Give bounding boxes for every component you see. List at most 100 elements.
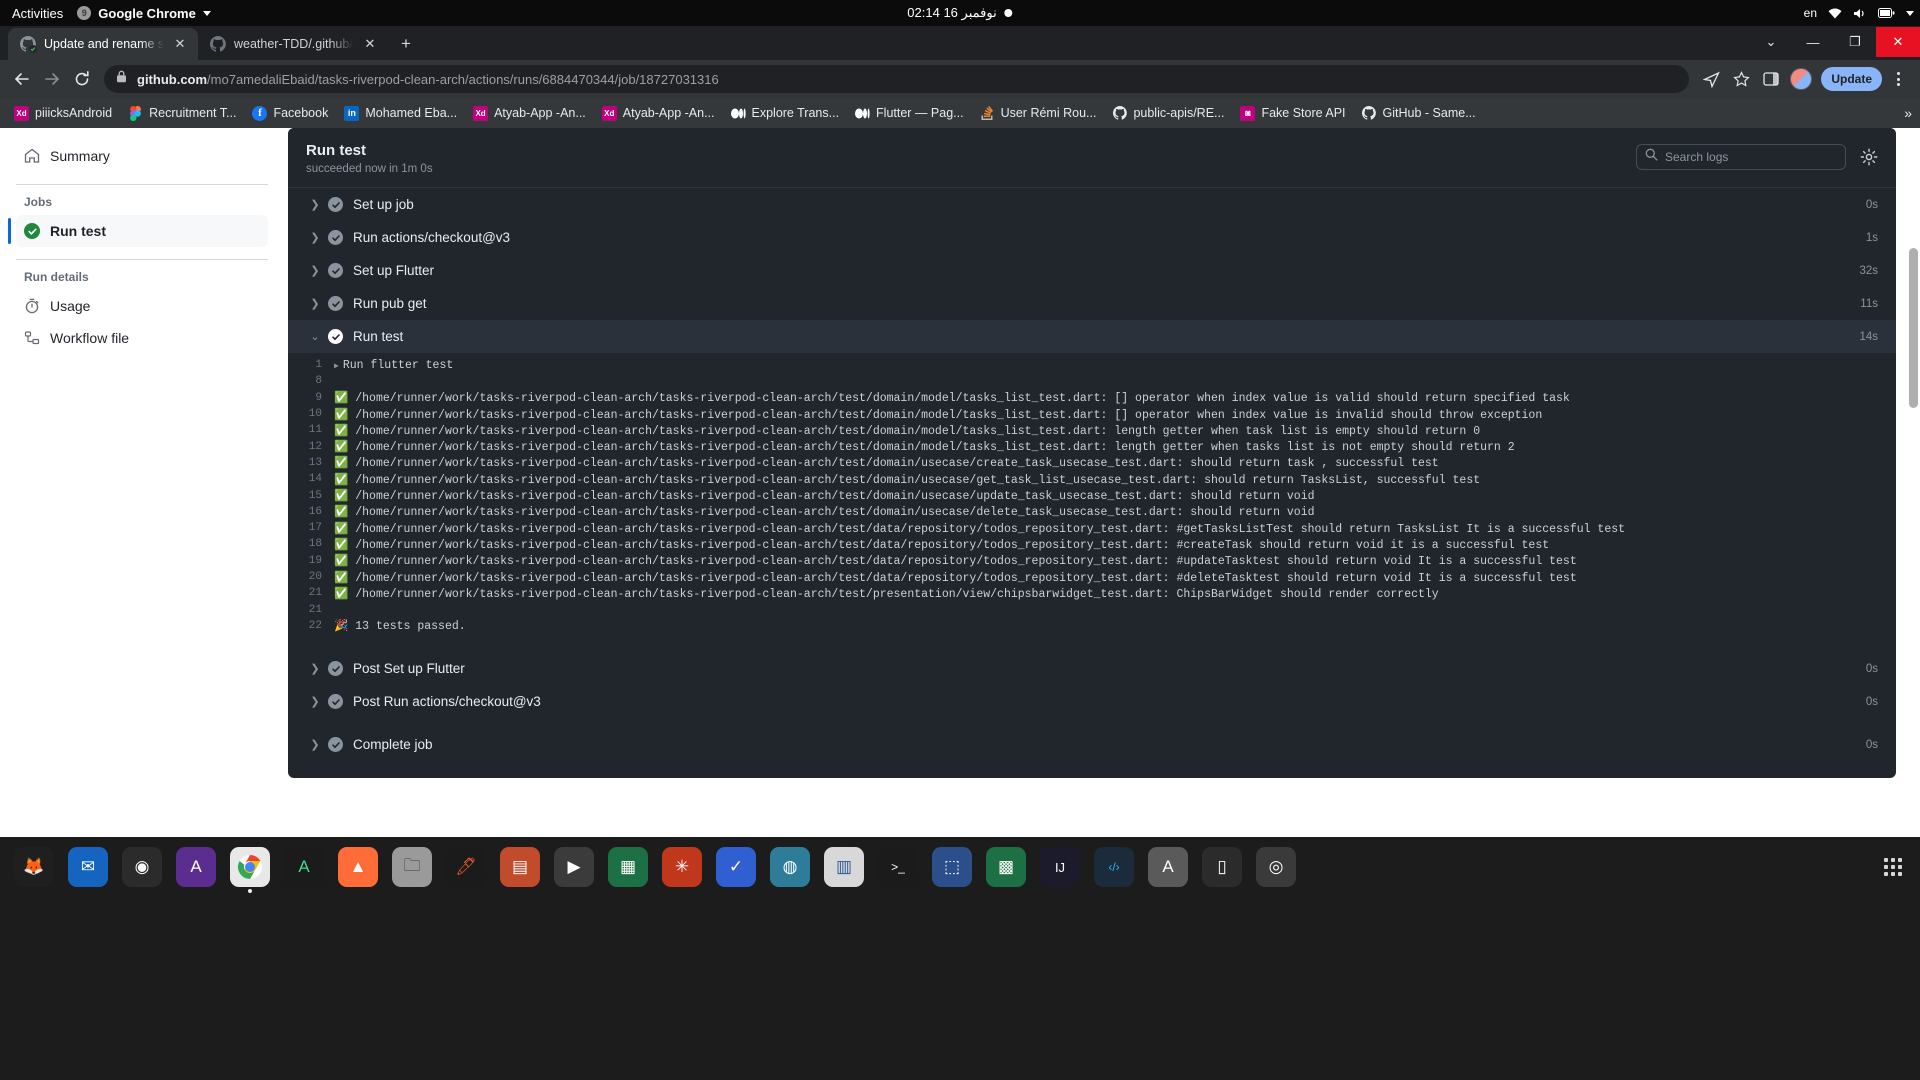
dock-item-browser-alt[interactable]: ◍ — [770, 847, 810, 887]
sidebar-item-workflow-file[interactable]: Workflow file — [16, 322, 268, 354]
maximize-button[interactable]: ❐ — [1834, 27, 1876, 57]
search-logs-input[interactable] — [1665, 150, 1837, 164]
forward-icon[interactable] — [38, 65, 66, 93]
bookmark-label: Facebook — [273, 106, 329, 120]
log-output[interactable]: 1 ▶ Run flutter test 8 9 ✅ /home/runner/wor… — [288, 353, 1896, 640]
gear-icon[interactable] — [1860, 148, 1878, 166]
system-tray[interactable]: en — [1804, 6, 1914, 20]
dock-item-screenshot[interactable]: ⬚ — [932, 847, 972, 887]
search-logs-field[interactable] — [1636, 144, 1846, 170]
avatar[interactable] — [1787, 65, 1815, 93]
dock-item-disc[interactable]: ◎ — [1256, 847, 1296, 887]
browser-tab-2[interactable]: weather-TDD/.github/wo ✕ — [198, 28, 388, 60]
bookmark-item[interactable]: Xd piiicksAndroid — [6, 103, 120, 124]
dock-item-ubuntu-software[interactable]: A — [176, 847, 216, 887]
dock-item-video-player[interactable]: ▶ — [554, 847, 594, 887]
bookmarks-overflow-button[interactable]: » — [1904, 105, 1912, 121]
dock-item-vscode[interactable]: ‹/› — [1094, 847, 1134, 887]
log-step-duration: 14s — [1859, 330, 1878, 343]
bookmark-item[interactable]: GitHub - Same... — [1354, 103, 1484, 124]
bookmark-item[interactable]: User Rémi Rou... — [972, 103, 1105, 124]
log-step-name: Run pub get — [353, 296, 427, 311]
log-step[interactable]: ❯ Set up job 0s — [288, 188, 1896, 221]
active-app-menu[interactable]: 9 Google Chrome — [77, 6, 211, 21]
bookmark-item[interactable]: in Mohamed Eba... — [336, 103, 465, 124]
log-step[interactable]: ❯ Post Set up Flutter 0s — [288, 652, 1896, 685]
clock[interactable]: 02:14 نوفمبر 16 — [907, 5, 1013, 21]
dock-item-rhythmbox[interactable]: ◉ — [122, 847, 162, 887]
dock-item-firefox[interactable]: 🦊 — [14, 847, 54, 887]
tab-search-icon[interactable]: ⌄ — [1750, 27, 1792, 57]
show-applications-icon[interactable] — [1884, 858, 1902, 876]
log-header: Run test succeeded now in 1m 0s — [288, 128, 1896, 188]
bookmark-item[interactable]: Explore Trans... — [723, 103, 848, 124]
close-window-button[interactable]: ✕ — [1876, 27, 1920, 57]
update-button[interactable]: Update — [1821, 67, 1882, 91]
dock-item-calc[interactable]: ▩ — [986, 847, 1026, 887]
bookmark-label: User Rémi Rou... — [1000, 106, 1097, 120]
page-scrollbar[interactable] — [1909, 248, 1918, 408]
sidebar-item-run-test[interactable]: Run test — [8, 215, 268, 247]
dock-item-excel[interactable]: ▦ — [608, 847, 648, 887]
dock-item-files[interactable]: 🗀 — [392, 847, 432, 887]
log-step[interactable]: ❯ Complete job 0s — [288, 728, 1896, 761]
dock-item-intellij[interactable]: IJ — [1040, 847, 1080, 887]
bookmark-item[interactable]: f Facebook — [244, 103, 336, 124]
lock-icon — [116, 70, 128, 88]
log-line: 15 ✅ /home/runner/work/tasks-riverpod-cle… — [288, 487, 1896, 504]
log-step[interactable]: ❯ Post Run actions/checkout@v3 0s — [288, 685, 1896, 718]
log-step-expanded[interactable]: ⌄ Run test 14s — [288, 320, 1896, 353]
dock-item-todo[interactable]: ✓ — [716, 847, 756, 887]
log-step[interactable]: ❯ Run actions/checkout@v3 1s — [288, 221, 1896, 254]
dock-item-postman[interactable]: ▲ — [338, 847, 378, 887]
success-check-icon — [24, 223, 40, 239]
share-icon[interactable] — [1697, 65, 1725, 93]
close-icon[interactable]: ✕ — [172, 36, 188, 52]
sidebar-item-usage[interactable]: Usage — [16, 290, 268, 322]
dock-item-google-chrome[interactable] — [230, 847, 270, 887]
bookmark-item[interactable]: public-apis/RE... — [1104, 103, 1232, 124]
dock-item-libreoffice-writer[interactable]: ▥ — [824, 847, 864, 887]
dock-item-device[interactable]: ▯ — [1202, 847, 1242, 887]
back-icon[interactable] — [8, 65, 36, 93]
minimize-button[interactable]: — — [1792, 27, 1834, 57]
bookmark-label: Explore Trans... — [751, 106, 840, 120]
browser-toolbar: github.com/mo7amedaliEbaid/tasks-riverpo… — [0, 60, 1920, 98]
log-panel: Run test succeeded now in 1m 0s Search l… — [288, 128, 1896, 778]
dock-item-terminal[interactable]: >_ — [878, 847, 918, 887]
activities-button[interactable]: Activities — [0, 6, 77, 21]
bookmark-star-icon[interactable] — [1727, 65, 1755, 93]
dock-item-slides[interactable]: ▤ — [500, 847, 540, 887]
keyboard-layout-indicator[interactable]: en — [1804, 6, 1817, 20]
chrome-menu-icon[interactable] — [1884, 65, 1912, 93]
chevron-down-icon — [202, 10, 211, 16]
close-icon[interactable]: ✕ — [362, 36, 378, 52]
dock-item-appimage[interactable]: A — [1148, 847, 1188, 887]
sidebar-item-summary[interactable]: Summary — [16, 140, 268, 172]
log-step[interactable]: ❯ Run pub get 11s — [288, 287, 1896, 320]
clock-text: 02:14 نوفمبر 16 — [907, 5, 997, 20]
bookmark-item[interactable]: Xd Atyab-App -An... — [465, 103, 594, 124]
line-text: ✅ /home/runner/work/tasks-riverpod-clean… — [334, 457, 1439, 471]
bookmark-item[interactable]: Recruitment T... — [120, 103, 244, 124]
log-line: 8 — [288, 373, 1896, 389]
log-step[interactable]: ❯ Set up Flutter 32s — [288, 254, 1896, 287]
address-bar[interactable]: github.com/mo7amedaliEbaid/tasks-riverpo… — [104, 65, 1690, 93]
reload-icon[interactable] — [68, 65, 96, 93]
log-title: Run test — [306, 142, 366, 159]
bookmark-item[interactable]: ◙ Fake Store API — [1232, 103, 1353, 124]
actions-sidebar: Summary Jobs Run test Run details Usage — [0, 128, 280, 837]
bookmark-item[interactable]: Xd Atyab-App -An... — [594, 103, 723, 124]
new-tab-button[interactable]: + — [392, 30, 420, 58]
browser-tab-1[interactable]: Update and rename static ✕ — [8, 28, 198, 60]
success-check-icon — [328, 737, 343, 753]
side-panel-icon[interactable] — [1757, 65, 1785, 93]
log-line: 1 ▶ Run flutter test — [288, 357, 1896, 373]
dock-item-android-studio[interactable]: A — [284, 847, 324, 887]
bookmark-item[interactable]: Flutter — Pag... — [847, 103, 972, 124]
dock-item-gitkraken[interactable]: 🖊 — [446, 847, 486, 887]
divider — [16, 259, 268, 260]
dock-item-settings[interactable]: ✳ — [662, 847, 702, 887]
success-check-icon — [328, 661, 343, 677]
dock-item-thunderbird[interactable]: ✉ — [68, 847, 108, 887]
